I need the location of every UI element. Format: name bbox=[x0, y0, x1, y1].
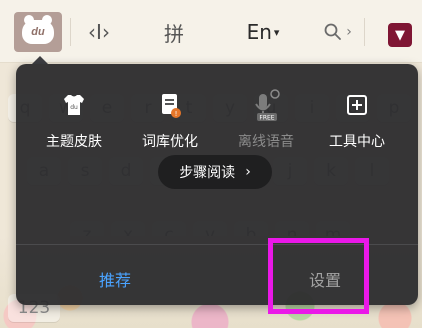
chevron-right-icon: › bbox=[245, 164, 251, 180]
cursor-move-button[interactable]: ‹I› bbox=[82, 13, 116, 51]
cursor-icon: ‹I› bbox=[88, 20, 110, 44]
step-reading-label: 步骤阅读 bbox=[179, 165, 236, 181]
collapse-keyboard-button[interactable]: ▼ bbox=[388, 23, 412, 47]
bear-logo-icon: du bbox=[22, 15, 54, 44]
offline-voice-free-icon: FREE bbox=[255, 89, 280, 122]
step-reading-button[interactable]: 步骤阅读 › bbox=[158, 155, 272, 189]
feature-label: 工具中心 bbox=[329, 134, 385, 150]
tshirt-icon: du bbox=[64, 95, 84, 115]
feature-theme-skin[interactable]: du 主题皮肤 bbox=[29, 88, 119, 151]
tool-center-icon bbox=[347, 95, 367, 115]
feature-offline-voice[interactable]: FREE 离线语音 bbox=[221, 88, 311, 151]
svg-text:du: du bbox=[70, 104, 78, 111]
search-chevron-icon: › bbox=[346, 24, 352, 40]
settings-highlight-box bbox=[268, 238, 369, 314]
ime-toolbar: du ‹I› 拼 En ▾ › ▼ bbox=[0, 0, 422, 63]
dictionary-update-icon: ! bbox=[162, 94, 181, 118]
language-label: En bbox=[246, 20, 272, 44]
pinyin-button[interactable]: 拼 bbox=[156, 13, 192, 51]
logo-text: du bbox=[31, 26, 45, 38]
language-switch-button[interactable]: En ▾ bbox=[240, 13, 286, 51]
search-icon bbox=[324, 23, 342, 40]
baidu-ime-logo-button[interactable]: du bbox=[14, 12, 62, 52]
toolbar-divider bbox=[364, 18, 365, 46]
svg-text:!: ! bbox=[175, 110, 178, 118]
feature-tool-center[interactable]: 工具中心 bbox=[312, 88, 402, 151]
popup-pointer bbox=[32, 56, 48, 64]
search-button[interactable]: › bbox=[318, 13, 358, 51]
svg-text:FREE: FREE bbox=[259, 115, 274, 122]
feature-label: 主题皮肤 bbox=[46, 134, 102, 150]
tab-recommend[interactable]: 推荐 bbox=[85, 267, 145, 291]
pinyin-label: 拼 bbox=[164, 21, 184, 46]
feature-label: 离线语音 bbox=[238, 134, 294, 150]
feature-dictionary-optimize[interactable]: ! 词库优化 bbox=[125, 88, 215, 151]
chevron-down-icon: ▼ bbox=[395, 27, 405, 43]
dropdown-caret-icon: ▾ bbox=[273, 25, 280, 39]
toolbar-divider bbox=[70, 18, 71, 46]
feature-label: 词库优化 bbox=[142, 134, 198, 150]
